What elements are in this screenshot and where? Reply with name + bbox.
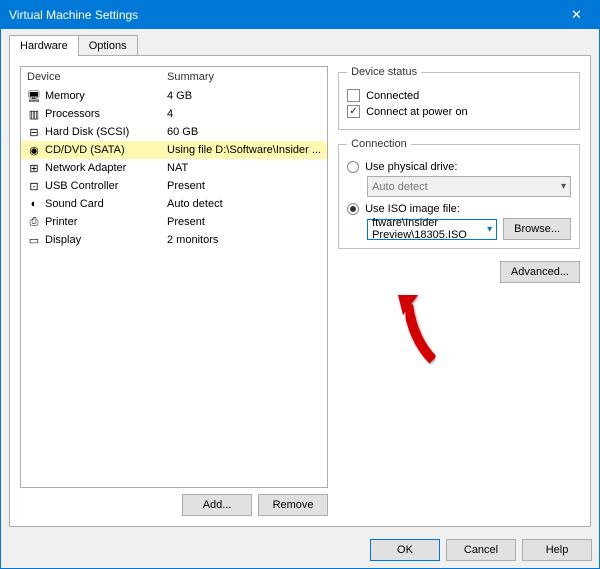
tabs: Hardware Options [1, 29, 599, 56]
device-summary: Using file D:\Software\Insider ... [167, 144, 321, 156]
physical-drive-radio[interactable] [347, 161, 359, 173]
memory-icon: 🖥 [27, 89, 41, 103]
device-name: Sound Card [45, 198, 167, 210]
iso-radio[interactable] [347, 203, 359, 215]
device-summary: 4 GB [167, 90, 321, 102]
table-row[interactable]: ◐ Sound Card Auto detect [21, 195, 327, 213]
connected-checkbox[interactable] [347, 89, 360, 102]
iso-label: Use ISO image file: [365, 203, 460, 215]
device-name: Printer [45, 216, 167, 228]
device-list-header: Device Summary [21, 67, 327, 87]
table-row[interactable]: ⊡ USB Controller Present [21, 177, 327, 195]
device-summary: 2 monitors [167, 234, 321, 246]
window-title: Virtual Machine Settings [9, 8, 554, 22]
device-summary: Present [167, 216, 321, 228]
device-name: Memory [45, 90, 167, 102]
help-button[interactable]: Help [522, 539, 592, 561]
physical-drive-label: Use physical drive: [365, 161, 457, 173]
disk-icon: ⊟ [27, 125, 41, 139]
device-name: Display [45, 234, 167, 246]
column-summary[interactable]: Summary [167, 71, 321, 83]
tab-content: Device Summary 🖥 Memory 4 GB ▥ Processor… [9, 55, 591, 527]
tab-hardware[interactable]: Hardware [9, 35, 79, 56]
iso-file-dropdown[interactable]: ftware\Insider Preview\18305.ISO ▾ [367, 219, 497, 240]
device-summary: Present [167, 180, 321, 192]
device-name: USB Controller [45, 180, 167, 192]
device-name: CD/DVD (SATA) [45, 144, 167, 156]
table-row[interactable]: ⊟ Hard Disk (SCSI) 60 GB [21, 123, 327, 141]
add-button[interactable]: Add... [182, 494, 252, 516]
device-summary: Auto detect [167, 198, 321, 210]
dvd-icon: ◉ [27, 143, 41, 157]
table-row[interactable]: ▭ Display 2 monitors [21, 231, 327, 249]
table-row[interactable]: ▥ Processors 4 [21, 105, 327, 123]
device-name: Hard Disk (SCSI) [45, 126, 167, 138]
physical-drive-dropdown: Auto detect ▾ [367, 176, 571, 197]
titlebar: Virtual Machine Settings ✕ [1, 1, 599, 29]
device-summary: 4 [167, 108, 321, 120]
connect-power-label: Connect at power on [366, 106, 468, 118]
advanced-button[interactable]: Advanced... [500, 261, 580, 283]
sound-icon: ◐ [27, 197, 41, 211]
cpu-icon: ▥ [27, 107, 41, 121]
connected-label: Connected [366, 90, 419, 102]
connection-group: Connection Use physical drive: Auto dete… [338, 138, 580, 249]
tab-options[interactable]: Options [78, 35, 138, 56]
device-status-legend: Device status [347, 66, 421, 78]
close-icon[interactable]: ✕ [554, 1, 599, 29]
chevron-down-icon[interactable]: ▾ [487, 224, 492, 235]
cancel-button[interactable]: Cancel [446, 539, 516, 561]
device-summary: 60 GB [167, 126, 321, 138]
chevron-down-icon: ▾ [561, 181, 566, 192]
remove-button[interactable]: Remove [258, 494, 328, 516]
display-icon: ▭ [27, 233, 41, 247]
iso-file-value: ftware\Insider Preview\18305.ISO [372, 217, 487, 241]
device-summary: NAT [167, 162, 321, 174]
printer-icon: ⎙ [27, 215, 41, 229]
device-status-group: Device status Connected ✓ Connect at pow… [338, 66, 580, 130]
table-row[interactable]: 🖥 Memory 4 GB [21, 87, 327, 105]
column-device[interactable]: Device [27, 71, 167, 83]
physical-drive-value: Auto detect [372, 181, 428, 193]
network-icon: ⊞ [27, 161, 41, 175]
connect-power-checkbox[interactable]: ✓ [347, 105, 360, 118]
table-row[interactable]: ⎙ Printer Present [21, 213, 327, 231]
browse-button[interactable]: Browse... [503, 218, 571, 240]
table-row[interactable]: ⊞ Network Adapter NAT [21, 159, 327, 177]
settings-window: Virtual Machine Settings ✕ Hardware Opti… [0, 0, 600, 569]
table-row[interactable]: ◉ CD/DVD (SATA) Using file D:\Software\I… [21, 141, 327, 159]
ok-button[interactable]: OK [370, 539, 440, 561]
connection-legend: Connection [347, 138, 411, 150]
device-name: Network Adapter [45, 162, 167, 174]
device-list: Device Summary 🖥 Memory 4 GB ▥ Processor… [20, 66, 328, 488]
device-name: Processors [45, 108, 167, 120]
usb-icon: ⊡ [27, 179, 41, 193]
